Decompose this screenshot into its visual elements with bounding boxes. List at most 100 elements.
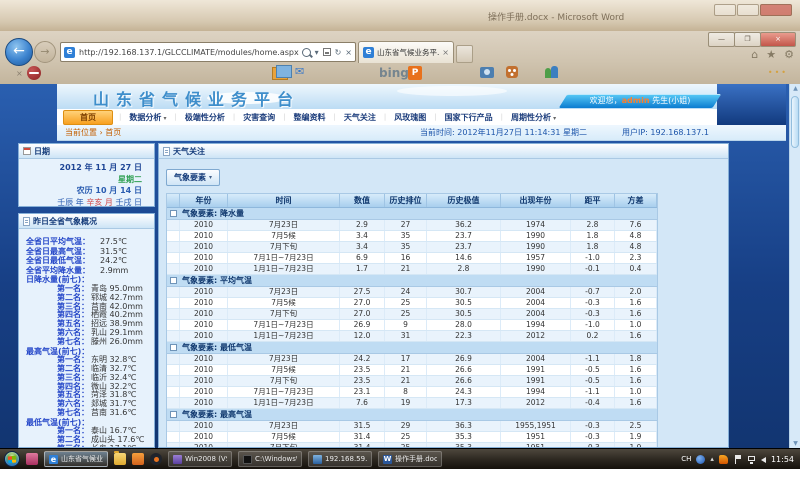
table-row[interactable]: 20107月下旬27.02530.52004-0.31.6 (167, 309, 657, 320)
nav-item-1[interactable]: 数据分析 ▾ (121, 112, 174, 123)
search-dropdown-icon[interactable]: ▾ (315, 48, 319, 57)
nav-item-8[interactable]: 周期性分析 ▾ (503, 112, 564, 123)
ie-icon: e (49, 455, 58, 464)
close-button[interactable]: × (760, 32, 796, 47)
taskbar-window-1[interactable]: C:\Windows\s... (238, 451, 302, 467)
nav-item-0[interactable]: 首页 (63, 110, 113, 125)
nav-item-7[interactable]: 国家下行产品 (437, 112, 501, 123)
taskbar-window-3[interactable]: W操作手册.docx -... (378, 451, 442, 467)
table-row[interactable]: 20107月23日24.21726.92004-1.11.8 (167, 354, 657, 365)
bing-search-icon[interactable]: P (408, 66, 422, 80)
nav-item-2[interactable]: 极端性分析 (177, 112, 233, 123)
table-row[interactable]: 20107月1日~7月23日26.9928.01994-1.01.0 (167, 320, 657, 331)
table-cell: 1955,1951 (501, 421, 571, 431)
pinned-app2-icon[interactable] (132, 453, 144, 465)
camera-icon[interactable] (480, 67, 494, 78)
tray-app2-icon[interactable] (719, 455, 728, 464)
table-group-row[interactable]: 气象要素: 最低气温 (167, 342, 657, 354)
table-group-row[interactable]: 气象要素: 降水量 (167, 208, 657, 220)
table-row[interactable]: 20107月5候27.02530.52004-0.31.6 (167, 298, 657, 309)
photo-cards-icon[interactable] (272, 67, 288, 80)
stat-line: 全省日平均气温：27.5℃ (19, 237, 154, 247)
tab-close-icon[interactable]: × (442, 48, 449, 57)
table-row[interactable]: 20101月1日~7月23日1.7212.81990-0.10.4 (167, 264, 657, 275)
table-row[interactable]: 20107月23日31.52936.31955,1951-0.32.5 (167, 421, 657, 432)
group-checkbox[interactable] (170, 277, 177, 284)
browser-tab[interactable]: e 山东省气候业务平... × (358, 41, 454, 63)
taskbar-window-0[interactable]: Win2008 (VS2... (168, 451, 232, 467)
table-cell: -0.3 (571, 421, 615, 431)
scroll-down-icon[interactable]: ▼ (791, 440, 800, 447)
table-row[interactable]: 20101月1日~7月23日12.03122.320120.21.6 (167, 331, 657, 342)
volume-icon[interactable] (761, 457, 766, 463)
close-toolbar-icon[interactable]: × (16, 69, 23, 78)
table-cell: 21 (385, 264, 427, 274)
action-center-flag-icon[interactable] (733, 455, 742, 464)
mail-icon[interactable]: ✉ (295, 65, 304, 78)
start-button[interactable] (4, 451, 20, 467)
taskbar-window-2[interactable]: 192.168.59.99... (308, 451, 372, 467)
taskbar-clock[interactable]: 11:54 (771, 455, 794, 464)
table-row[interactable]: 20107月23日2.92736.219742.87.6 (167, 220, 657, 231)
table-cell: 1.7 (340, 264, 385, 274)
show-hidden-icons[interactable]: ▴ (710, 455, 714, 463)
folder-icon[interactable] (114, 453, 126, 465)
forward-button[interactable]: → (34, 41, 56, 63)
network-icon[interactable] (747, 455, 756, 464)
people-icon[interactable] (545, 66, 559, 78)
bg-maximize-button[interactable] (737, 4, 759, 16)
table-row[interactable]: 20101月1日~7月23日7.61917.32012-0.41.6 (167, 398, 657, 409)
table-row[interactable]: 20107月下旬3.43523.719901.84.8 (167, 242, 657, 253)
more-options-icon[interactable]: ••• (768, 68, 788, 77)
nav-item-5[interactable]: 天气关注 (336, 112, 384, 123)
table-row[interactable]: 20107月23日27.52430.72004-0.72.0 (167, 287, 657, 298)
scrollbar-thumb[interactable] (791, 96, 799, 148)
table-cell: -0.5 (571, 376, 615, 386)
compatibility-view-icon[interactable] (323, 48, 331, 56)
back-button[interactable]: ← (5, 38, 33, 66)
new-tab-button[interactable] (456, 45, 473, 63)
site-title: 山东省气候业务平台 (93, 86, 300, 109)
table-row[interactable]: 20107月1日~7月23日23.1824.31994-1.11.0 (167, 387, 657, 398)
bing-logo[interactable]: bing (379, 66, 409, 80)
stop-icon[interactable]: × (345, 48, 352, 57)
tools-gear-icon[interactable]: ⚙ (784, 48, 794, 61)
taskbar-active-window[interactable]: e 山东省气候业... (44, 451, 108, 467)
group-checkbox[interactable] (170, 344, 177, 351)
paw-icon[interactable] (506, 66, 518, 78)
table-cell: 1.6 (615, 309, 657, 319)
table-group-row[interactable]: 气象要素: 平均气温 (167, 275, 657, 287)
tray-app-icon[interactable] (696, 455, 705, 464)
minimize-button[interactable]: — (708, 32, 735, 47)
nav-item-3[interactable]: 灾害查询 (235, 112, 283, 123)
table-row[interactable]: 20107月5候23.52126.61991-0.51.6 (167, 365, 657, 376)
ime-language-indicator[interactable]: CH (681, 455, 691, 463)
group-checkbox[interactable] (170, 210, 177, 217)
table-group-row[interactable]: 气象要素: 最高气温 (167, 409, 657, 421)
extension-logo-icon[interactable] (27, 66, 41, 80)
welcome-username: admin (622, 96, 650, 105)
nav-item-4[interactable]: 整编资料 (286, 112, 334, 123)
cloud-decoration (397, 86, 507, 96)
maximize-button[interactable]: ❐ (734, 32, 761, 47)
page-scrollbar[interactable]: ▲ ▼ (789, 84, 800, 448)
table-row[interactable]: 20107月5候3.43523.719901.84.8 (167, 231, 657, 242)
pinned-app-icon[interactable] (26, 453, 38, 465)
favorites-star-icon[interactable]: ★ (766, 48, 776, 61)
url-text[interactable]: http://192.168.137.1/GLCCLIMATE/modules/… (79, 48, 302, 57)
home-icon[interactable]: ⌂ (751, 48, 758, 61)
breadcrumb[interactable]: 当前位置 › 首页 (65, 125, 121, 140)
table-row[interactable]: 20107月1日~7月23日6.91614.61957-1.02.3 (167, 253, 657, 264)
table-row[interactable]: 20107月5候31.42535.31951-0.31.9 (167, 432, 657, 443)
refresh-icon[interactable]: ↻ (335, 48, 342, 57)
table-row[interactable]: 20107月下旬23.52126.61991-0.51.6 (167, 376, 657, 387)
search-icon[interactable] (302, 48, 311, 57)
group-checkbox[interactable] (170, 411, 177, 418)
address-bar[interactable]: e http://192.168.137.1/GLCCLIMATE/module… (60, 42, 356, 62)
element-filter-button[interactable]: 气象要素 ▾ (166, 169, 220, 186)
nav-item-6[interactable]: 风玫瑰图 (386, 112, 434, 123)
bg-minimize-button[interactable] (714, 4, 736, 16)
scroll-up-icon[interactable]: ▲ (791, 85, 800, 92)
media-player-icon[interactable] (150, 453, 162, 465)
bg-close-button[interactable] (760, 4, 792, 16)
